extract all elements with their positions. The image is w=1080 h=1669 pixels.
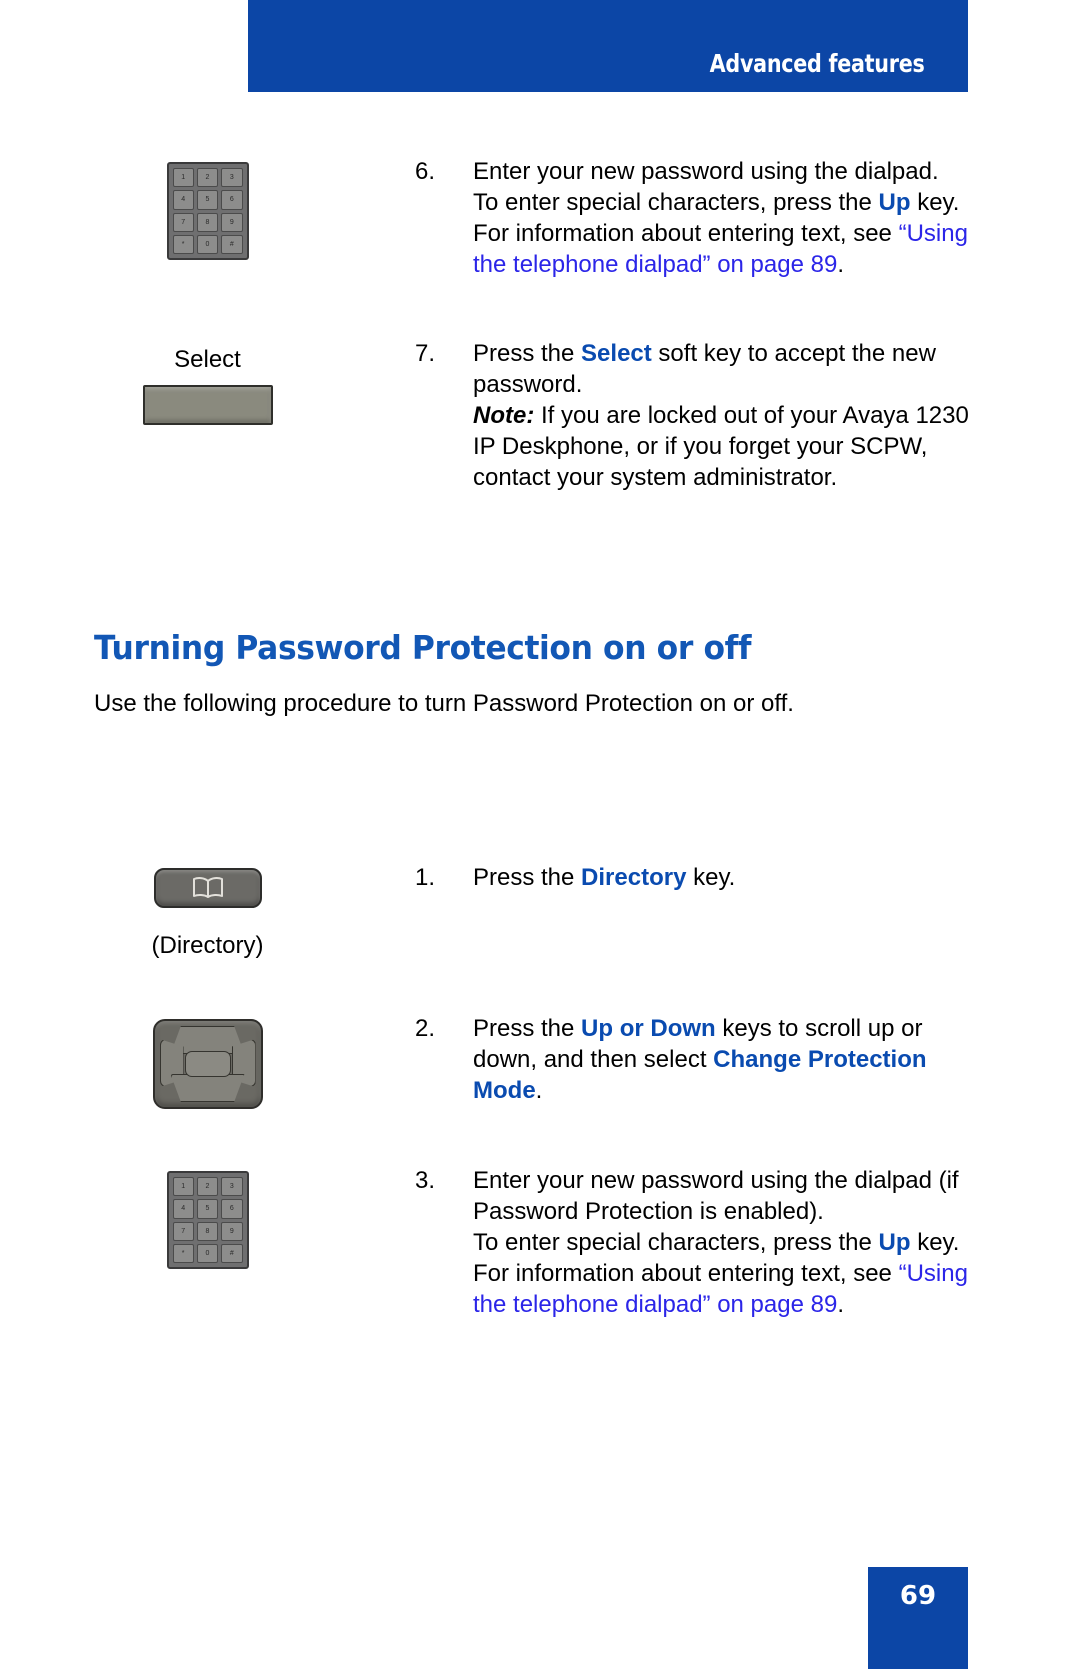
dialpad-key: 5 [196,190,219,210]
step-row: (Directory) 1. Press the Directory key. [0,862,1080,961]
dialpad-key: 9 [221,1221,243,1241]
dialpad-key: 6 [221,1199,243,1219]
nav-down-key[interactable] [170,1074,245,1102]
body-text: . [837,251,844,278]
step-text: Press the Directory key. [473,864,735,891]
step-artwork-column: 1 2 3 4 5 6 7 8 9 * 0 # [0,1165,415,1269]
page-header-title: Advanced features [709,49,924,78]
step-body: 1. Press the Directory key. [415,862,970,893]
step-text: Press the Select soft key to accept the … [473,340,936,398]
nav-center-key[interactable] [184,1051,231,1077]
directory-key-caption: (Directory) [151,932,264,959]
step-number: 3. [415,1167,436,1194]
step-row: 1 2 3 4 5 6 7 8 9 * 0 # 3. Enter your ne… [0,1165,1080,1320]
section-heading: Turning Password Protection on or off [94,628,752,667]
softkey-label: Select [174,346,241,373]
dialpad-key: 8 [196,212,219,232]
page-header-bar: Advanced features [248,0,968,92]
dialpad-key: 1 [172,1177,194,1197]
dialpad-key: 0 [196,234,219,254]
page-number: 69 [899,1581,937,1611]
step-text-column: 7. Press the Select soft key to accept t… [415,338,1080,493]
dialpad-key: 8 [196,1221,219,1241]
step-row: Select 7. Press the Select soft key to a… [0,338,1080,493]
keyword-term: Directory [581,864,687,891]
dialpad-key: * [172,234,194,254]
step-number: 2. [415,1015,436,1042]
dialpad-key: 3 [221,168,243,188]
dialpad-key: 6 [221,190,243,210]
step-number: 1. [415,864,436,891]
dialpad-key: 9 [221,212,243,232]
keyword-term: Up [878,1229,911,1256]
dialpad-key: 2 [196,1177,219,1197]
dialpad-key: # [221,1243,243,1263]
dialpad-key: 7 [172,212,194,232]
body-text: Press the [473,864,582,891]
step-body: 3. Enter your new password using the dia… [415,1165,970,1320]
dialpad-key: * [172,1243,194,1263]
dialpad-image: 1 2 3 4 5 6 7 8 9 * 0 # [166,162,249,260]
step-text-column: 6. Enter your new password using the dia… [415,156,1080,280]
step-body: 7. Press the Select soft key to accept t… [415,338,970,400]
directory-key[interactable] [153,868,262,908]
note-label: Note: [473,402,535,429]
dialpad-key: 3 [221,1177,243,1197]
step-row: 2. Press the Up or Down keys to scroll u… [0,1013,1080,1109]
keyword-term: Up or Down [581,1015,716,1042]
dialpad-key: 5 [196,1199,219,1219]
step-text-column: 2. Press the Up or Down keys to scroll u… [415,1013,1080,1106]
page-content: 1 2 3 4 5 6 7 8 9 * 0 # 6. Enter your ne… [0,92,1080,493]
step-text-column: 3. Enter your new password using the dia… [415,1165,1080,1320]
step-text: Enter your new password using the dialpa… [473,1167,968,1318]
section-intro-paragraph: Use the following procedure to turn Pass… [94,690,794,717]
dialpad-key: 4 [172,190,194,210]
step-text: Press the Up or Down keys to scroll up o… [473,1015,927,1104]
keyword-term: Select [581,340,652,367]
dialpad-key: 4 [172,1199,194,1219]
step-artwork-column: 1 2 3 4 5 6 7 8 9 * 0 # [0,156,415,260]
dialpad-image: 1 2 3 4 5 6 7 8 9 * 0 # [166,1171,249,1269]
body-text: key. [686,864,736,891]
dialpad-key: 2 [196,168,219,188]
note-text: Note: If you are locked out of your Avay… [473,402,969,491]
dialpad-key: 7 [172,1221,194,1241]
dialpad-key: 0 [196,1243,219,1263]
step-text-column: 1. Press the Directory key. [415,862,1080,893]
step-artwork-column: Select [0,338,415,425]
dialpad-key: 1 [172,168,194,188]
step-body: 6. Enter your new password using the dia… [415,156,970,280]
step-body: 2. Press the Up or Down keys to scroll u… [415,1013,970,1106]
step-number: 7. [415,340,436,367]
step-row: 1 2 3 4 5 6 7 8 9 * 0 # 6. Enter your ne… [0,156,1080,280]
step-text: Enter your new password using the dialpa… [473,158,968,278]
body-text: Enter your new password using the dialpa… [473,158,939,216]
page-content-lower: (Directory) 1. Press the Directory key. … [0,862,1080,1320]
keyword-term: Up [878,189,911,216]
select-soft-key[interactable] [142,385,273,425]
step-note: Note: If you are locked out of your Avay… [415,400,970,493]
step-number: 6. [415,158,436,185]
body-text: If you are locked out of your Avaya 1230… [473,402,969,491]
body-text: . [837,1291,844,1318]
body-text: To enter special characters, press the [473,1229,879,1256]
navigation-cluster[interactable] [152,1019,263,1109]
body-text: . [535,1077,543,1104]
step-artwork-column [0,1013,415,1109]
dialpad-key: # [221,234,243,254]
page-number-box: 69 [868,1567,968,1669]
body-text: Press the [473,340,582,367]
body-text: Press the [473,1015,582,1042]
step-artwork-column: (Directory) [0,862,415,961]
body-text: Enter your new password using the dialpa… [473,1167,959,1225]
open-book-icon [191,876,225,900]
